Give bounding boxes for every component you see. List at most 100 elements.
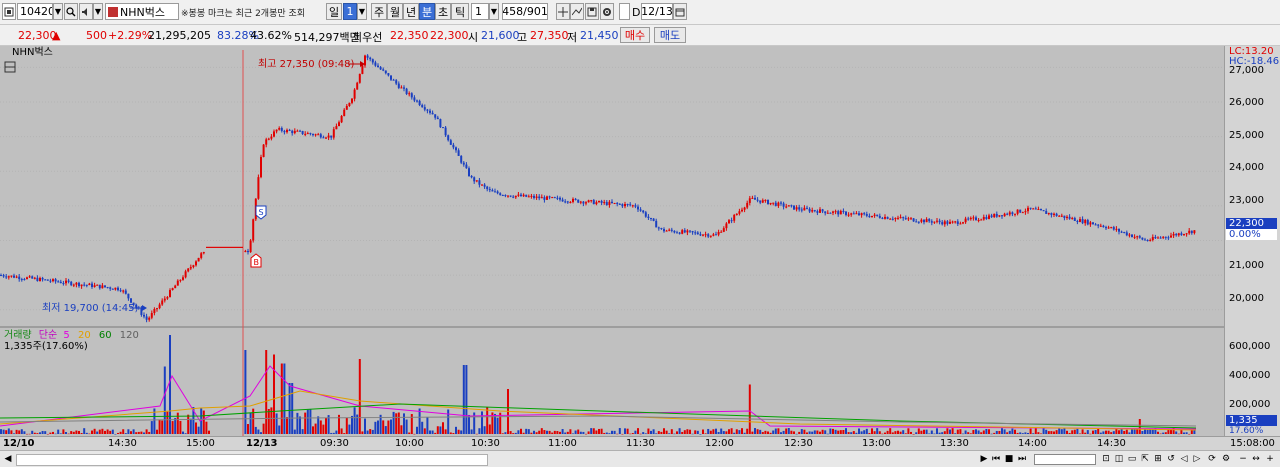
volume-bar — [579, 431, 582, 434]
candle-body — [75, 282, 78, 285]
search-icon[interactable] — [64, 3, 78, 20]
volume-bar — [423, 428, 426, 434]
window-icon[interactable] — [2, 3, 16, 20]
save-icon[interactable] — [585, 3, 599, 20]
volume-bar — [962, 433, 964, 435]
volume-bar — [332, 432, 335, 434]
price-tick: 25,000 — [1229, 130, 1264, 141]
period-year[interactable]: 년 — [403, 3, 419, 20]
chart-title: NHN벅스 — [12, 46, 53, 58]
stock-code-input[interactable]: 104200 — [17, 3, 53, 20]
volume-bar — [881, 433, 884, 435]
chart-area[interactable]: NHN벅스 최고 27,350 (09:48) 최저 19,700 (14:45… — [0, 46, 1224, 436]
scroll-right-icon[interactable]: ▶ — [978, 453, 990, 465]
line-tool-icon[interactable] — [570, 3, 584, 20]
candle-body — [296, 130, 299, 132]
refresh-icon[interactable]: ⟳ — [1206, 453, 1218, 465]
date-checkbox[interactable] — [619, 3, 630, 20]
candle-body — [642, 210, 645, 213]
period-month[interactable]: 월 — [387, 3, 403, 20]
volume-bar — [871, 428, 873, 434]
buy-button[interactable]: 매수 — [620, 27, 650, 43]
last-page-icon[interactable]: ⏭ — [1016, 453, 1028, 465]
candle-body — [975, 217, 977, 221]
candle-body — [548, 196, 551, 198]
volume-bar — [509, 431, 512, 434]
volume-bar — [85, 432, 88, 434]
volume-bar — [488, 424, 491, 434]
period-week[interactable]: 주 — [371, 3, 387, 20]
volume-bar — [1068, 432, 1071, 434]
first-page-icon[interactable]: ⏮ — [990, 453, 1002, 465]
x-tick: 12/10 — [3, 438, 35, 449]
volume-bar — [598, 428, 600, 434]
zoom-area-icon[interactable]: ▭ — [1126, 453, 1138, 465]
volume-bar — [374, 421, 377, 434]
volume-bar — [54, 433, 57, 435]
volume-bar — [886, 430, 889, 434]
volume-bar — [774, 428, 777, 434]
crosshair-icon[interactable] — [556, 3, 570, 20]
date-input[interactable]: 12/13 — [641, 3, 673, 20]
period-dropdown-icon[interactable]: ▼ — [357, 3, 367, 20]
volume-bar — [985, 428, 988, 434]
candle-body — [340, 116, 343, 123]
price-chart[interactable]: NHN벅스 최고 27,350 (09:48) 최저 19,700 (14:45… — [0, 46, 1224, 436]
zoom-in-icon[interactable]: + — [1264, 453, 1276, 465]
period-day-count[interactable]: 1 — [343, 3, 357, 20]
history-icon[interactable]: ↺ — [1165, 453, 1177, 465]
interval-dropdown-icon[interactable]: ▼ — [489, 3, 499, 20]
gear-icon[interactable] — [600, 3, 614, 20]
volume-bar — [434, 432, 437, 434]
volume-bar — [813, 430, 816, 434]
expand-icon[interactable]: ⇱ — [1139, 453, 1151, 465]
zoom-slider[interactable] — [1034, 454, 1096, 465]
candle-body — [876, 214, 879, 216]
period-day[interactable]: 일 — [326, 3, 342, 20]
code-dropdown-icon[interactable]: ▼ — [53, 3, 63, 20]
scroll-bar[interactable]: ◀ ▶ ⏮ ■ ⏭ ⊡ ◫ ▭ ⇱ ⊞ ↺ ◁ ▷ ⟳ ⚙ − ↔ + — [0, 450, 1280, 467]
stock-name-field[interactable]: NHN벅스 — [105, 3, 179, 20]
interval-input[interactable]: 1 — [471, 3, 489, 20]
candle-body — [405, 88, 408, 94]
speaker-dropdown-icon[interactable]: ▼ — [93, 3, 103, 20]
volume-bar — [75, 430, 78, 434]
page-prev-icon[interactable]: ◁ — [1178, 453, 1190, 465]
speaker-icon[interactable] — [79, 3, 93, 20]
volume-bar — [319, 420, 322, 434]
volume-bar — [93, 428, 96, 434]
calendar-icon[interactable] — [673, 3, 687, 20]
zoom-window-icon[interactable]: ◫ — [1113, 453, 1125, 465]
volume-bar — [166, 411, 169, 434]
zoom-fit-icon[interactable]: ⊡ — [1100, 453, 1112, 465]
candle-body — [538, 196, 541, 199]
volume-bar — [1073, 429, 1076, 434]
zoom-out-icon[interactable]: − — [1237, 453, 1249, 465]
volume-bar — [590, 428, 593, 434]
link-icon[interactable]: ↔ — [1250, 453, 1262, 465]
period-minute[interactable]: 분 — [419, 3, 435, 20]
volume-bar — [1019, 432, 1022, 434]
candle-body — [629, 204, 632, 206]
candle-body — [481, 184, 483, 186]
period-tick[interactable]: 틱 — [451, 3, 469, 20]
period-second[interactable]: 초 — [435, 3, 451, 20]
candle-body — [910, 218, 912, 220]
scroll-left-icon[interactable]: ◀ — [2, 453, 14, 465]
volume-tick: 200,000 — [1229, 399, 1271, 410]
candle-body — [20, 279, 23, 281]
candle-body — [785, 206, 788, 208]
open-price: 21,600 — [481, 29, 520, 42]
high-label: 고 — [517, 31, 528, 44]
page-next-icon[interactable]: ▷ — [1191, 453, 1203, 465]
split-view-icon[interactable]: ⊞ — [1152, 453, 1164, 465]
candle-body — [559, 197, 561, 200]
stop-icon[interactable]: ■ — [1003, 453, 1015, 465]
volume-bar — [559, 431, 561, 434]
sell-button[interactable]: 매도 — [654, 27, 686, 43]
candle-body — [873, 214, 876, 216]
scroll-thumb[interactable] — [16, 454, 488, 466]
volume-bar — [7, 428, 10, 434]
candle-body — [413, 97, 416, 101]
settings-icon[interactable]: ⚙ — [1220, 453, 1232, 465]
